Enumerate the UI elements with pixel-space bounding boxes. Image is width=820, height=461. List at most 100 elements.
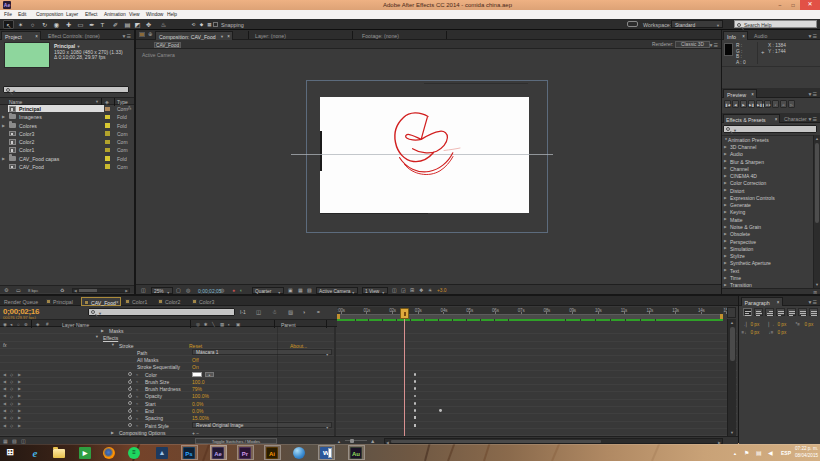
project-hscrollbar[interactable]: ◀ ▶ — [72, 288, 130, 293]
effects-category-row[interactable]: ▶3D Channel — [722, 143, 813, 150]
label-swatch[interactable] — [105, 131, 110, 136]
time-ruler[interactable]: :00s01s02s03s04s05s06s07s08s09s10s11s12s… — [337, 307, 723, 319]
value-dropdown[interactable]: Máscara 1▼ — [192, 349, 332, 355]
region-of-interest-icon[interactable]: ▣ — [288, 287, 293, 293]
twirl-icon[interactable]: ▶ — [724, 210, 727, 214]
prev-keyframe-icon[interactable]: ◀ — [3, 415, 6, 420]
brush-tool-icon[interactable]: ✐ — [110, 20, 121, 29]
twirl-icon[interactable]: ▶ — [724, 268, 727, 272]
timeline-row-compositing-options[interactable]: ▶Compositing Options+ − — [0, 429, 737, 436]
twirl-icon[interactable]: ▶ — [724, 174, 727, 178]
menu-layer[interactable]: Layer — [66, 12, 78, 17]
keyframe-toggle-icon[interactable]: ◇ — [10, 386, 13, 391]
add-remove-buttons[interactable]: + − — [192, 430, 199, 436]
timeline-row-start[interactable]: ◀◇▶≈Start0.0% — [0, 400, 737, 407]
breadcrumb-comp-button[interactable]: CAV_Food — [154, 42, 181, 49]
pan-behind-tool-icon[interactable]: ✚ — [63, 20, 74, 29]
maximize-button[interactable]: □ — [787, 2, 799, 9]
keyframe-circle[interactable] — [414, 373, 417, 376]
justify-last-right-button[interactable] — [798, 308, 807, 316]
effects-category-row[interactable]: ▶CINEMA 4D — [722, 172, 813, 179]
twirl-icon[interactable]: ▶ — [724, 181, 727, 185]
hand-tool-icon[interactable]: ✶ — [15, 20, 26, 29]
3d-view-dropdown[interactable]: Active Camera▼ — [316, 287, 358, 294]
photoshop[interactable]: Ps — [183, 447, 195, 459]
property-value[interactable]: 0.0% — [192, 401, 203, 407]
twirl-icon[interactable]: ▶ — [724, 203, 727, 207]
menu-composition[interactable]: Composition — [36, 12, 63, 17]
audition[interactable]: Au — [350, 447, 362, 459]
stopwatch-icon[interactable] — [128, 409, 132, 413]
justify-all-button[interactable] — [809, 308, 818, 316]
draft-3d-icon[interactable]: ◫ — [256, 309, 261, 315]
tab-layer[interactable]: Layer: (none) — [255, 33, 286, 39]
timeline-row-brush-size[interactable]: ◀◇▶≈Brush Size100.0 — [0, 378, 737, 385]
project-item-row[interactable]: PrincipalCom⁂ — [0, 105, 134, 113]
next-keyframe-icon[interactable]: ▶ — [18, 415, 21, 420]
panel-menu-icon[interactable]: ▼☰ — [709, 42, 718, 48]
scroll-down-icon[interactable]: ▼ — [815, 282, 819, 287]
stopwatch-icon[interactable] — [128, 380, 132, 384]
twirl-icon[interactable]: ▶ — [724, 217, 727, 221]
spotify[interactable]: ≡ — [128, 447, 140, 459]
panel-menu-icon[interactable]: ▼☰ — [808, 91, 817, 97]
prev-keyframe-icon[interactable]: ◀ — [3, 372, 6, 377]
loop-button[interactable]: ♪ — [772, 100, 779, 108]
tab-composition-close-icon[interactable]: × — [227, 34, 230, 39]
sync-settings-icon[interactable] — [627, 21, 638, 27]
label-swatch[interactable] — [105, 148, 110, 153]
property-value[interactable]: 79% — [192, 386, 202, 392]
color-depth-button[interactable]: 8 bpc — [28, 288, 38, 293]
dark-blue-app[interactable]: ▲ — [156, 447, 168, 459]
effects-category-row[interactable]: ▶Channel — [722, 165, 813, 172]
timeline-tab-render-queue[interactable]: Render Queue — [2, 297, 42, 306]
project-item-row[interactable]: Color1Com — [0, 146, 134, 154]
reset-exposure-icon[interactable]: ◐ — [240, 287, 243, 293]
label-swatch[interactable] — [105, 140, 110, 145]
prev-keyframe-icon[interactable]: ◀ — [3, 393, 6, 398]
keyframe-toggle-icon[interactable]: ◇ — [10, 408, 13, 413]
menu-file[interactable]: File — [4, 12, 12, 17]
project-item-row[interactable]: Color3Com — [0, 129, 134, 137]
twirl-icon[interactable]: ▶ — [724, 254, 727, 258]
shuttle-button[interactable]: ▷ — [788, 100, 795, 108]
shy-layers-icon[interactable]: ☃ — [272, 309, 277, 315]
puppet-pin-tool-icon[interactable]: ♨ — [158, 20, 169, 29]
volume-icon[interactable]: ◀ — [768, 449, 773, 456]
timeline-row-masks[interactable]: ▶Masks — [0, 327, 737, 334]
indent-first-line-value[interactable]: 0 px — [805, 322, 814, 327]
menu-view[interactable]: View — [129, 12, 140, 17]
panel-menu-icon[interactable]: ▼☰ — [808, 116, 817, 122]
view-layout-dropdown[interactable]: 1 View▼ — [362, 287, 388, 294]
twirl-icon[interactable]: ▶ — [724, 152, 727, 156]
panel-divider[interactable] — [721, 30, 723, 294]
stopwatch-icon[interactable] — [128, 387, 132, 391]
clock-date[interactable]: 08/04/2015 — [795, 453, 818, 458]
twirl-icon[interactable]: ▶ — [724, 166, 727, 170]
keyframe-square[interactable] — [414, 424, 417, 427]
timeline-row-all-masks[interactable]: All MasksOff — [0, 356, 737, 363]
label-swatch[interactable] — [105, 164, 110, 169]
effects-category-row[interactable]: * Animation Presets — [722, 136, 813, 143]
action-center-icon[interactable]: ⚑ — [744, 449, 749, 456]
color-swatch[interactable] — [192, 372, 202, 377]
effects-category-row[interactable]: ▶Audio — [722, 150, 813, 157]
close-button[interactable]: ✕ — [800, 0, 820, 10]
effects-category-row[interactable]: ▶Text — [722, 267, 813, 274]
effects-category-row[interactable]: ▶Synthetic Aperture — [722, 259, 813, 266]
twirl-icon[interactable]: ▶ — [724, 225, 727, 229]
tab-dropdown-icon[interactable]: ▼ — [220, 34, 224, 39]
space-before-value[interactable]: 0 px — [751, 330, 760, 335]
selection-tool-icon[interactable]: ↖ — [3, 20, 14, 29]
timeline-row-effects[interactable]: ▼Effects — [0, 334, 737, 341]
timeline-row-end[interactable]: ◀◇▶≈End0.0% — [0, 407, 737, 414]
menu-help[interactable]: Help — [167, 12, 177, 17]
prev-keyframe-icon[interactable]: ◀ — [3, 408, 6, 413]
help-search-input[interactable]: Search Help — [734, 20, 817, 28]
first-frame-button[interactable]: ❚◀ — [724, 100, 731, 108]
pixel-aspect-icon[interactable]: ◫ — [392, 287, 397, 293]
firefox[interactable] — [103, 447, 115, 459]
sort-icon[interactable]: ▼ — [95, 99, 99, 104]
panel-divider[interactable] — [134, 30, 136, 294]
scroll-thumb[interactable] — [391, 440, 601, 444]
